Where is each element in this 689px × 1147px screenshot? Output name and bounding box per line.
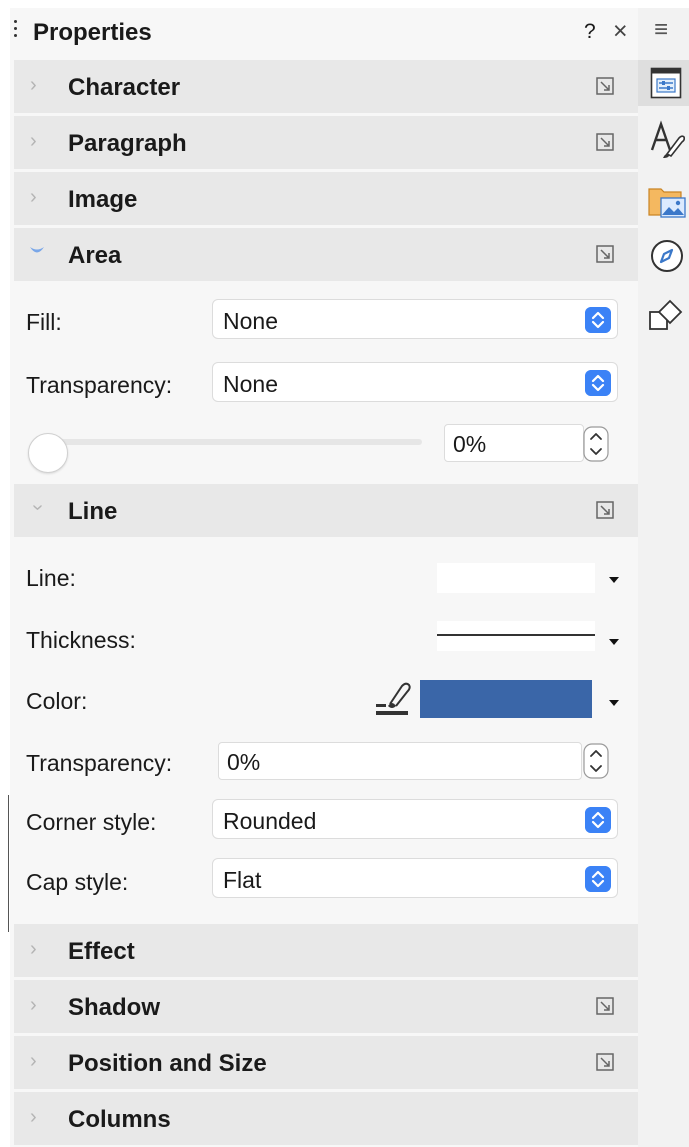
more-options-icon[interactable] (596, 1053, 614, 1071)
area-transparency-value: None (223, 371, 278, 397)
sidebar-tabbar: ≡ (638, 8, 689, 1147)
deck-columns[interactable]: › Columns (14, 1089, 638, 1145)
line-transparency-field[interactable]: 0% (218, 742, 582, 780)
deck-title: Character (68, 74, 181, 101)
deck-area[interactable]: Area (14, 225, 638, 281)
deck-paragraph[interactable]: › Paragraph (14, 113, 638, 169)
tab-styles[interactable] (638, 116, 689, 162)
line-transparency-value: 0% (227, 749, 261, 775)
line-style-label: Line: (26, 565, 76, 591)
panel-edge-divider (8, 795, 9, 932)
deck-image[interactable]: › Image (14, 169, 638, 225)
deck-title: Line (68, 498, 118, 525)
panel-title: Properties (33, 19, 152, 46)
more-options-icon[interactable] (596, 501, 614, 519)
styles-icon (650, 120, 685, 158)
cap-style-value: Flat (223, 867, 262, 893)
area-transparency-label: Transparency: (26, 372, 173, 398)
deck-title: Columns (68, 1106, 171, 1133)
area-transparency-percent: 0% (453, 431, 487, 457)
thickness-label: Thickness: (26, 627, 136, 653)
fill-select[interactable]: None (212, 299, 618, 339)
deck-effect[interactable]: › Effect (14, 924, 638, 977)
fill-value: None (223, 308, 278, 334)
chevron-right-icon: › (30, 130, 37, 152)
chevron-right-icon: › (30, 74, 37, 96)
chevron-right-icon: › (30, 186, 37, 208)
corner-style-label: Corner style: (26, 809, 157, 835)
more-options-icon[interactable] (596, 133, 614, 151)
deck-title: Image (68, 186, 138, 213)
line-color-swatch[interactable] (420, 680, 592, 718)
deck-character[interactable]: › Character (14, 60, 638, 113)
chevron-down-icon (30, 247, 44, 253)
close-button[interactable]: × (613, 17, 628, 46)
line-transparency-label: Transparency: (26, 750, 173, 776)
sidebar-menu-icon[interactable]: ≡ (654, 16, 668, 44)
fill-label: Fill: (26, 309, 62, 335)
thickness-dropdown-icon[interactable] (609, 639, 619, 645)
deck-title: Position and Size (68, 1050, 267, 1077)
select-stepper-icon (585, 866, 611, 892)
properties-icon (650, 67, 682, 99)
select-stepper-icon (585, 307, 611, 333)
area-transparency-percent-field[interactable]: 0% (444, 424, 584, 462)
properties-panel: Properties ? × › Character › Paragraph ›… (10, 8, 638, 1147)
deck-title: Effect (68, 938, 135, 965)
line-style-dropdown-icon[interactable] (609, 577, 619, 583)
shapes-icon (649, 299, 683, 330)
transparency-slider-handle[interactable] (28, 433, 68, 473)
chevron-right-icon: › (30, 938, 37, 960)
thickness-picker[interactable] (437, 621, 595, 651)
chevron-down-icon: › (26, 504, 49, 511)
line-color-dropdown-icon[interactable] (609, 700, 619, 706)
spin-button-icon[interactable] (583, 743, 609, 779)
line-style-picker[interactable] (437, 563, 595, 593)
panel-titlebar: Properties ? × (10, 8, 638, 56)
cap-style-label: Cap style: (26, 869, 129, 895)
cap-style-select[interactable]: Flat (212, 858, 618, 898)
paint-brush-icon[interactable] (374, 678, 412, 716)
line-color-label: Color: (26, 688, 88, 714)
tab-properties[interactable] (638, 60, 689, 106)
deck-position-and-size[interactable]: › Position and Size (14, 1033, 638, 1089)
tab-navigator[interactable] (638, 234, 689, 280)
select-stepper-icon (585, 370, 611, 396)
deck-shadow[interactable]: › Shadow (14, 977, 638, 1033)
deck-title: Area (68, 242, 122, 269)
deck-title: Paragraph (68, 130, 187, 157)
drag-handle[interactable] (14, 20, 18, 42)
more-options-icon[interactable] (596, 997, 614, 1015)
chevron-right-icon: › (30, 1050, 37, 1072)
corner-style-select[interactable]: Rounded (212, 799, 618, 839)
corner-style-value: Rounded (223, 808, 317, 834)
transparency-slider-track[interactable] (32, 439, 422, 445)
chevron-right-icon: › (30, 1106, 37, 1128)
tab-shapes[interactable] (638, 292, 689, 338)
area-transparency-select[interactable]: None (212, 362, 618, 402)
more-options-icon[interactable] (596, 77, 614, 95)
navigator-icon (651, 240, 683, 272)
more-options-icon[interactable] (596, 245, 614, 263)
help-button[interactable]: ? (584, 20, 596, 44)
gallery-icon (648, 188, 686, 218)
chevron-right-icon: › (30, 994, 37, 1016)
spin-button-icon[interactable] (583, 426, 609, 462)
select-stepper-icon (585, 807, 611, 833)
deck-line[interactable]: › Line (14, 484, 638, 537)
tab-gallery[interactable] (638, 178, 689, 224)
deck-title: Shadow (68, 994, 161, 1021)
